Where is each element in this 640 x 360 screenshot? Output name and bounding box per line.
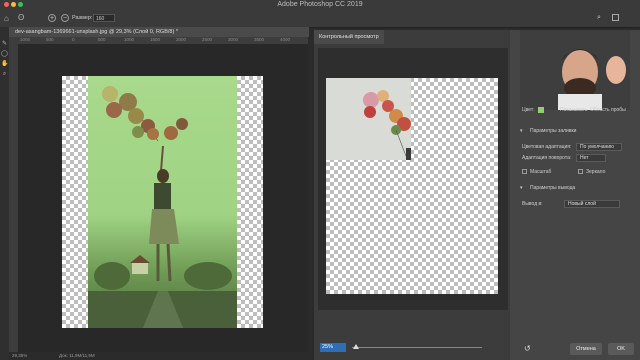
ruler-tick: 3500 xyxy=(254,37,265,42)
preview-zoom-slider-handle[interactable] xyxy=(353,344,359,349)
output-select[interactable]: Новый слой xyxy=(564,200,620,208)
document-tab-title: dev-asangbam-1369661-unsplash.jpg @ 29,3… xyxy=(15,29,178,35)
cancel-button[interactable]: Отмена xyxy=(570,343,602,355)
lasso-icon[interactable]: ◯ xyxy=(1,51,8,58)
color-label: Цвет: xyxy=(522,107,535,113)
mirror-label: Зеркало xyxy=(586,169,606,175)
show-label: Показывать xyxy=(560,107,588,113)
chevron-down-icon[interactable]: ▾ xyxy=(520,185,523,191)
size-input[interactable]: 160 xyxy=(93,14,115,22)
ruler-tick: 2500 xyxy=(202,37,213,42)
transparent-right-strip xyxy=(237,76,263,328)
lasso-tool-icon[interactable]: ʘ xyxy=(18,13,24,22)
transparent-left-strip xyxy=(62,76,88,328)
size-label: Размер: xyxy=(72,15,93,21)
ruler-tick: 1500 xyxy=(150,37,161,42)
preview-artwork xyxy=(363,90,411,160)
settings-panel: Цвет: Показывать Область пробы ▾ Парамет… xyxy=(510,30,640,360)
horizontal-ruler: 1000 500 0 500 1000 1500 2000 2500 3000 … xyxy=(18,37,308,44)
preview-view[interactable] xyxy=(318,48,508,310)
ruler-tick: 1000 xyxy=(124,37,135,42)
subtract-mode-icon[interactable]: − xyxy=(61,14,69,22)
ruler-tick: 3000 xyxy=(228,37,239,42)
status-doc-info: Док: 11,9M/11,9M xyxy=(59,353,95,358)
workspace-icon[interactable] xyxy=(612,14,619,21)
ok-button[interactable]: OK xyxy=(608,343,634,355)
chevron-down-icon[interactable]: ▾ xyxy=(520,128,523,134)
preview-tab[interactable]: Контрольный просмотр xyxy=(314,30,384,44)
color-adapt-select[interactable]: По умолчанию xyxy=(576,143,622,151)
zoom-tool-icon[interactable]: ⌕ xyxy=(1,71,8,78)
ruler-tick: 500 xyxy=(98,37,106,42)
status-bar: 29,35% Док: 11,9M/11,9M xyxy=(9,352,309,360)
title-bar: Adobe Photoshop CC 2019 xyxy=(0,0,640,10)
reset-icon[interactable]: ↺ xyxy=(524,344,531,353)
status-zoom[interactable]: 29,35% xyxy=(12,353,27,358)
sample-area-label: Область пробы xyxy=(590,107,626,113)
document-tab[interactable]: dev-asangbam-1369661-unsplash.jpg @ 29,3… xyxy=(9,27,309,37)
ok-button-label: OK xyxy=(617,346,625,352)
add-mode-icon[interactable]: + xyxy=(48,14,56,22)
output-settings-title[interactable]: Параметры вывода xyxy=(530,185,575,191)
hand-tool-icon[interactable]: ✋ xyxy=(1,61,8,68)
webcam-inset xyxy=(520,30,630,110)
ruler-tick: 4000 xyxy=(280,37,291,42)
home-icon[interactable]: ⌂ xyxy=(4,14,9,23)
preview-photo xyxy=(326,78,411,160)
rotate-adapt-value: Нет xyxy=(580,155,589,161)
ruler-tick: 500 xyxy=(46,37,54,42)
options-bar: ⌂ ʘ + − Размер: 160 ⌕ xyxy=(0,10,640,28)
output-label: Вывод в: xyxy=(522,201,543,207)
output-value: Новый слой xyxy=(568,201,596,207)
ruler-tick: 1000 xyxy=(20,37,31,42)
photo-with-sample-overlay[interactable] xyxy=(88,76,237,328)
photo-artwork xyxy=(88,86,237,328)
color-adapt-label: Цветовая адаптация: xyxy=(522,144,572,150)
preview-zoom-field[interactable]: 25% xyxy=(320,343,346,352)
color-swatch[interactable] xyxy=(538,107,544,113)
scale-label: Масштаб xyxy=(530,169,552,175)
mirror-checkbox[interactable] xyxy=(578,169,583,174)
fill-settings-title[interactable]: Параметры заливки xyxy=(530,128,576,134)
preview-tab-label: Контрольный просмотр xyxy=(319,34,379,40)
cancel-button-label: Отмена xyxy=(576,346,596,352)
scale-checkbox[interactable] xyxy=(522,169,527,174)
ruler-tick: 0 xyxy=(72,37,75,42)
brush-tool-icon[interactable]: ✎ xyxy=(1,41,8,48)
color-adapt-value: По умолчанию xyxy=(580,144,614,150)
rotate-adapt-label: Адаптация поворота: xyxy=(522,155,572,161)
search-icon[interactable]: ⌕ xyxy=(597,14,601,22)
preview-zoom-slider-track[interactable] xyxy=(352,347,482,348)
vertical-ruler xyxy=(9,37,18,355)
rotate-adapt-select[interactable]: Нет xyxy=(576,154,606,162)
canvas-area[interactable] xyxy=(18,44,308,355)
window-title: Adobe Photoshop CC 2019 xyxy=(277,1,363,8)
presenter-image xyxy=(520,30,630,110)
ruler-tick: 2000 xyxy=(176,37,187,42)
